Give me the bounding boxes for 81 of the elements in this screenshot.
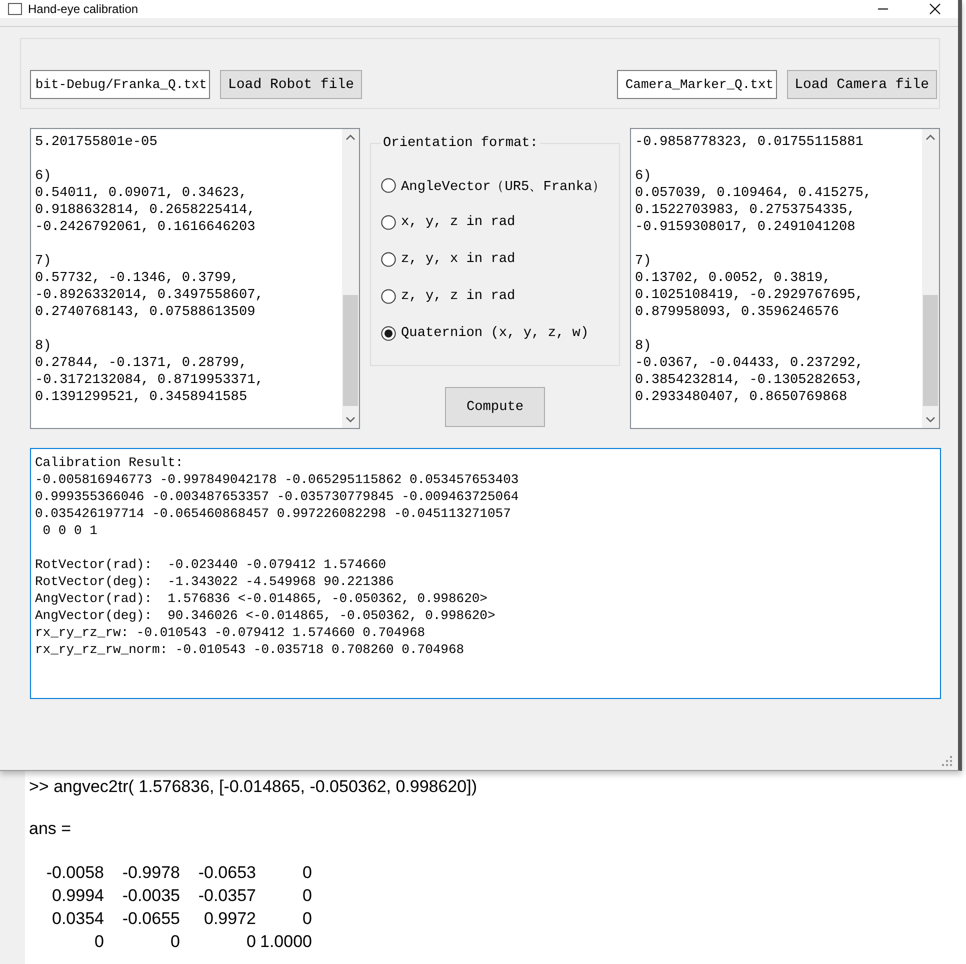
matrix-cell-text: -0.0653 bbox=[197, 862, 256, 884]
command-line: >> angvec2tr( 1.576836, [-0.014865, -0.050362, 0.998620]) bbox=[29, 777, 478, 797]
matrix-cell-text: -0.0357 bbox=[197, 885, 256, 907]
data-line: -0.9858778323, 0.01755115881 bbox=[635, 134, 864, 151]
radio-option[interactable]: Quaternion (x, y, z, w) bbox=[381, 315, 619, 352]
window-title: Hand-eye calibration bbox=[28, 2, 140, 16]
data-line: 0.3854232814, -0.1305282653, bbox=[635, 372, 864, 389]
result-line: RotVector(deg): -1.343022 -4.549968 90.221386 bbox=[35, 573, 395, 590]
data-line: 0.2933480407, 0.8650769868 bbox=[635, 389, 848, 406]
matrix-cell-text: 0 bbox=[302, 885, 312, 907]
result-line: Calibration Result: bbox=[35, 454, 184, 471]
text-area[interactable] bbox=[30, 128, 360, 429]
group-title: Orientation format: bbox=[382, 136, 539, 151]
result-line: 0.999355366046 -0.003487653357 -0.035730779845 -0.009463725064 bbox=[35, 488, 520, 505]
radio-button[interactable] bbox=[381, 252, 396, 267]
compute-button[interactable]: Compute bbox=[445, 387, 545, 427]
radio-button[interactable] bbox=[381, 289, 396, 304]
matrix-cell-text: 0 bbox=[302, 908, 312, 930]
scrollbar[interactable] bbox=[922, 129, 939, 428]
data-line: 6) bbox=[635, 168, 652, 185]
window-icon bbox=[8, 3, 22, 15]
result-line: rx_ry_rz_rw_norm: -0.010543 -0.035718 0.708260 0.704968 bbox=[35, 641, 466, 658]
scrollbar[interactable] bbox=[342, 129, 359, 428]
matrix-cell-text: 0 bbox=[94, 931, 104, 953]
matrix-cell-text: -0.0655 bbox=[121, 908, 180, 930]
data-line: -0.0367, -0.04433, 0.237292, bbox=[635, 355, 864, 372]
result-line: AngVector(rad): 1.576836 <-0.014865, -0.050362, 0.998620> bbox=[35, 590, 488, 607]
data-line: 8) bbox=[35, 338, 52, 355]
result-line: rx_ry_rz_rw: -0.010543 -0.079412 1.574660 0.704968 bbox=[35, 624, 426, 641]
result-line: -0.005816946773 -0.997849042178 -0.065295115862 0.053457653403 bbox=[35, 471, 520, 488]
load-button[interactable]: Load Camera file bbox=[786, 70, 937, 99]
data-line: 6) bbox=[35, 168, 52, 185]
text-area[interactable] bbox=[630, 128, 940, 429]
matrix-cell-text: -0.9978 bbox=[121, 862, 180, 884]
data-line: 7) bbox=[635, 253, 652, 270]
data-line: 0.057039, 0.109464, 0.415275, bbox=[635, 185, 873, 202]
matrix-cell-text: 0.0354 bbox=[51, 908, 104, 930]
matrix-cell-text: 0 bbox=[170, 931, 180, 953]
matrix-cell-text: 1.0000 bbox=[259, 931, 312, 953]
radio-option[interactable]: x, y, z in rad bbox=[381, 204, 619, 241]
result-line: 0.035426197714 -0.065460868457 0.997226082298 -0.045113271057 bbox=[35, 505, 512, 522]
radio-button[interactable] bbox=[381, 178, 396, 193]
result-line: RotVector(rad): -0.023440 -0.079412 1.574660 bbox=[35, 556, 388, 573]
scroll-thumb[interactable] bbox=[923, 295, 938, 406]
file-path-field[interactable]: bit-Debug/Franka_Q.txt bbox=[30, 70, 210, 99]
radio-option[interactable]: z, y, x in rad bbox=[381, 241, 619, 278]
data-line: -0.3172132084, 0.8719953371, bbox=[35, 372, 264, 389]
data-line: 0.57732, -0.1346, 0.3799, bbox=[35, 270, 240, 287]
radio-button[interactable] bbox=[381, 326, 396, 341]
matrix-cell-text: -0.0035 bbox=[121, 885, 180, 907]
data-line: 5.201755801e-05 bbox=[35, 134, 158, 151]
matrix-cell-text: -0.0058 bbox=[45, 862, 104, 884]
matrix-cell-text: 0 bbox=[302, 862, 312, 884]
data-line: 0.1522703983, 0.2753754335, bbox=[635, 202, 856, 219]
data-line: 0.1391299521, 0.3458941585 bbox=[35, 389, 248, 406]
result-area[interactable] bbox=[30, 448, 941, 699]
matrix-cell-text: 0.9994 bbox=[51, 885, 104, 907]
data-line: 7) bbox=[35, 253, 52, 270]
radio-option[interactable]: z, y, z in rad bbox=[381, 278, 619, 315]
data-line: -0.2426792061, 0.1616646203 bbox=[35, 219, 256, 236]
answer-label: ans = bbox=[29, 819, 72, 839]
file-path-field[interactable]: Camera_Marker_Q.txt bbox=[616, 70, 777, 99]
data-line: 0.27844, -0.1371, 0.28799, bbox=[35, 355, 248, 372]
data-line: -0.9159308017, 0.2491041208 bbox=[635, 219, 856, 236]
scroll-thumb[interactable] bbox=[343, 295, 358, 406]
data-line: 0.54011, 0.09071, 0.34623, bbox=[35, 185, 248, 202]
radio-option[interactable]: AngleVector（UR5、Franka） bbox=[381, 167, 619, 204]
data-line: 8) bbox=[635, 338, 652, 355]
data-line: 0.879958093, 0.3596246576 bbox=[635, 304, 840, 321]
matrix-cell-text: 0 bbox=[246, 931, 256, 953]
load-button[interactable]: Load Robot file bbox=[220, 70, 362, 99]
result-line: 0 0 0 1 bbox=[42, 522, 98, 539]
data-line: -0.8926332014, 0.3497558607, bbox=[35, 287, 264, 304]
radio-button[interactable] bbox=[381, 215, 396, 230]
data-line: 0.2740768143, 0.07588613509 bbox=[35, 304, 256, 321]
data-line: 0.9188632814, 0.2658225414, bbox=[35, 202, 256, 219]
result-line: AngVector(deg): 90.346026 <-0.014865, -0.050362, 0.998620> bbox=[35, 607, 496, 624]
data-line: 0.13702, 0.0052, 0.3819, bbox=[635, 270, 832, 287]
matrix-cell-text: 0.9972 bbox=[203, 908, 256, 930]
resize-grip-icon[interactable] bbox=[942, 756, 952, 766]
data-line: 0.1025108419, -0.2929767695, bbox=[635, 287, 864, 304]
